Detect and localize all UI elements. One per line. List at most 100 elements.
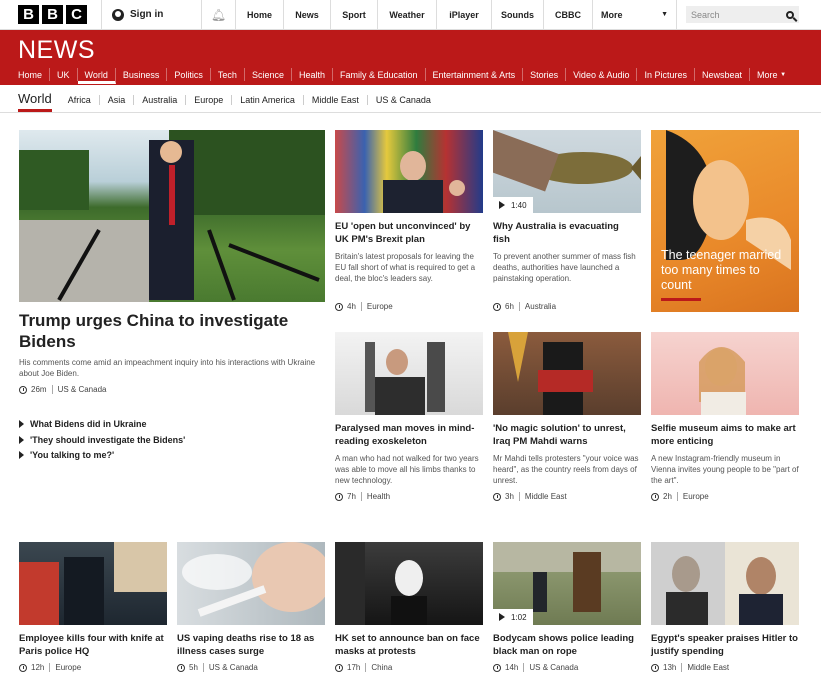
play-icon xyxy=(499,201,505,209)
story-image[interactable] xyxy=(493,332,641,415)
region-middle-east[interactable]: Middle East xyxy=(302,95,367,105)
clock-icon xyxy=(335,663,343,672)
region-africa[interactable]: Africa xyxy=(60,95,99,105)
story-image[interactable] xyxy=(177,542,325,625)
lead-headline[interactable]: Trump urges China to investigate Bidens xyxy=(19,310,319,352)
story-headline[interactable]: 'No magic solution' to unrest, Iraq PM M… xyxy=(493,422,639,448)
region-asia[interactable]: Asia xyxy=(98,95,134,105)
story-image[interactable] xyxy=(335,542,483,625)
story-image-illustration xyxy=(19,542,167,625)
story-image[interactable] xyxy=(651,542,799,625)
story-region-link[interactable]: Europe xyxy=(55,663,81,672)
section-uk[interactable]: UK xyxy=(50,68,78,81)
divider xyxy=(360,302,362,311)
lead-story-image[interactable] xyxy=(19,130,325,302)
story-meta: 13h Middle East xyxy=(651,663,729,672)
top-nav-sport[interactable]: Sport xyxy=(330,0,377,30)
story-meta: 12h Europe xyxy=(19,663,81,672)
story-image[interactable] xyxy=(335,130,483,213)
story-region-link[interactable]: Health xyxy=(367,492,390,501)
bbc-logo-letter: C xyxy=(66,5,87,24)
top-nav-weather[interactable]: Weather xyxy=(377,0,436,30)
top-nav-more[interactable]: More ▼ xyxy=(592,0,677,30)
clock-icon xyxy=(335,302,343,311)
top-nav-iplayer[interactable]: iPlayer xyxy=(436,0,491,30)
story-region-link[interactable]: Europe xyxy=(683,492,709,501)
section-video-audio[interactable]: Video & Audio xyxy=(566,68,638,81)
region-australia[interactable]: Australia xyxy=(133,95,185,105)
section-more[interactable]: More ▼ xyxy=(750,68,793,81)
search-icon[interactable] xyxy=(786,10,794,19)
section-family-education[interactable]: Family & Education xyxy=(333,68,426,81)
story-region-link[interactable]: Europe xyxy=(367,302,393,311)
top-nav-cbbc[interactable]: CBBC xyxy=(543,0,592,30)
video-duration-badge[interactable]: 1:40 xyxy=(493,197,533,213)
search-input[interactable]: Search xyxy=(686,6,799,23)
lead-image-illustration xyxy=(19,130,325,302)
story-headline[interactable]: Why Australia is evacuating fish xyxy=(493,220,638,246)
section-health[interactable]: Health xyxy=(292,68,333,81)
related-link-1[interactable]: What Bidens did in Ukraine xyxy=(19,419,147,429)
story-image[interactable] xyxy=(19,542,167,625)
divider xyxy=(676,492,678,501)
story-image[interactable]: 1:40 xyxy=(493,130,641,213)
story-image-illustration xyxy=(383,151,465,213)
section-newsbeat[interactable]: Newsbeat xyxy=(695,68,751,81)
story-headline[interactable]: Paralysed man moves in mind-reading exos… xyxy=(335,422,483,448)
sign-in-link[interactable]: Sign in xyxy=(101,0,201,30)
section-science[interactable]: Science xyxy=(245,68,292,81)
divider xyxy=(49,663,51,672)
section-in-pictures[interactable]: In Pictures xyxy=(637,68,696,81)
section-entertainment-arts[interactable]: Entertainment & Arts xyxy=(426,68,524,81)
story-headline[interactable]: Egypt's speaker praises Hitler to justif… xyxy=(651,632,799,658)
section-world[interactable]: World xyxy=(77,68,116,84)
story-region-link[interactable]: Middle East xyxy=(525,492,567,501)
story-region-link[interactable]: US & Canada xyxy=(529,663,578,672)
story-headline[interactable]: US vaping deaths rise to 18 as illness c… xyxy=(177,632,325,658)
story-region-link[interactable]: Australia xyxy=(525,302,556,311)
story-image[interactable] xyxy=(335,332,483,415)
divider xyxy=(518,302,520,311)
top-nav-sounds[interactable]: Sounds xyxy=(491,0,543,30)
story-headline[interactable]: EU 'open but unconvinced' by UK PM's Bre… xyxy=(335,220,480,246)
story-image[interactable] xyxy=(651,332,799,415)
section-home[interactable]: Home xyxy=(18,68,51,81)
story-image[interactable]: 1:02 xyxy=(493,542,641,625)
divider xyxy=(365,663,367,672)
feature-accent-bar xyxy=(661,298,701,301)
story-headline[interactable]: HK set to announce ban on face masks at … xyxy=(335,632,483,658)
story-meta: 6h Australia xyxy=(493,302,556,311)
story-time: 3h xyxy=(505,492,514,501)
lead-time: 26m xyxy=(31,385,47,394)
region-us-canada[interactable]: US & Canada xyxy=(366,95,439,105)
story-headline[interactable]: Employee kills four with knife at Paris … xyxy=(19,632,167,658)
region-current-world[interactable]: World xyxy=(18,91,52,112)
related-link-2[interactable]: 'They should investigate the Bidens' xyxy=(19,435,185,445)
story-headline[interactable]: Bodycam shows police leading black man o… xyxy=(493,632,641,658)
story-summary: A new Instagram-friendly museum in Vienn… xyxy=(651,454,799,485)
divider xyxy=(51,385,53,394)
story-image-illustration xyxy=(508,332,593,415)
story-meta: 3h Middle East xyxy=(493,492,567,501)
top-nav-home[interactable]: Home xyxy=(235,0,283,30)
feature-headline[interactable]: The teenager married too many times to c… xyxy=(661,248,791,293)
section-tech[interactable]: Tech xyxy=(211,68,245,81)
section-stories[interactable]: Stories xyxy=(523,68,567,81)
story-region-link[interactable]: China xyxy=(371,663,392,672)
notifications-bell-icon[interactable]: 🔔︎ xyxy=(201,0,235,30)
section-business[interactable]: Business xyxy=(116,68,168,81)
related-link-3[interactable]: 'You talking to me?' xyxy=(19,450,114,460)
story-headline[interactable]: Selfie museum aims to make art more enti… xyxy=(651,422,797,448)
bbc-logo[interactable]: B B C xyxy=(18,5,87,24)
video-duration-badge[interactable]: 1:02 xyxy=(493,609,533,625)
feature-story-image[interactable]: The teenager married too many times to c… xyxy=(651,130,799,312)
story-region-link[interactable]: Middle East xyxy=(687,663,729,672)
region-europe[interactable]: Europe xyxy=(185,95,231,105)
lead-region-link[interactable]: US & Canada xyxy=(58,385,107,394)
story-region-link[interactable]: US & Canada xyxy=(209,663,258,672)
news-brand[interactable]: NEWS xyxy=(18,36,95,65)
top-nav-news[interactable]: News xyxy=(283,0,330,30)
region-latin-america[interactable]: Latin America xyxy=(231,95,303,105)
section-politics[interactable]: Politics xyxy=(167,68,211,81)
story-meta: 5h US & Canada xyxy=(177,663,258,672)
